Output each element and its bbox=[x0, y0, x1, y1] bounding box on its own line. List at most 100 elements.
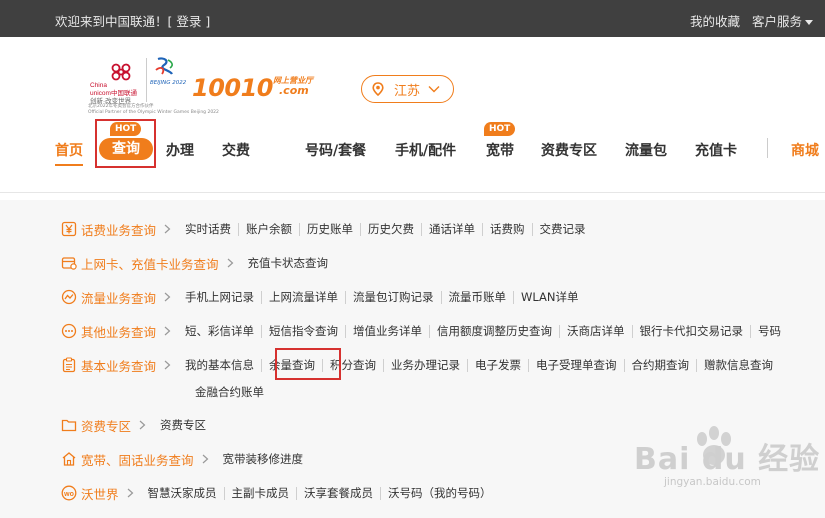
clipboard-icon bbox=[62, 357, 76, 373]
category-tariff-zone[interactable]: 资费专区 bbox=[81, 416, 131, 435]
chevron-right-icon bbox=[164, 292, 171, 302]
link-credit-adjust-history[interactable]: 信用额度调整历史查询 bbox=[429, 324, 559, 338]
nav-phone-accessories[interactable]: 手机/配件 bbox=[395, 140, 456, 160]
category-basic-query[interactable]: 基本业务查询 bbox=[81, 356, 156, 375]
chevron-right-icon bbox=[164, 326, 171, 336]
link-bank-deduction-records[interactable]: 银行卡代扣交易记录 bbox=[631, 324, 751, 338]
link-wlan-details[interactable]: WLAN详单 bbox=[513, 290, 586, 304]
nav-traffic-package[interactable]: 流量包 bbox=[625, 140, 667, 160]
link-wo-number[interactable]: 沃号码（我的号码） bbox=[380, 486, 499, 500]
category-bill-query[interactable]: 话费业务查询 bbox=[81, 220, 156, 239]
link-history-bill[interactable]: 历史账单 bbox=[299, 222, 360, 236]
link-payment-records[interactable]: 交费记录 bbox=[531, 222, 593, 236]
link-tariff-zone[interactable]: 资费专区 bbox=[155, 418, 213, 432]
welcome-area: 欢迎来到中国联通！[ 登录 ] bbox=[55, 11, 210, 30]
link-realtime-bill[interactable]: 实时话费 bbox=[180, 222, 238, 236]
link-contract-period-query[interactable]: 合约期查询 bbox=[623, 358, 697, 372]
link-history-arrears[interactable]: 历史欠费 bbox=[360, 222, 421, 236]
link-list: 短、彩信详单 短信指令查询 增值业务详单 信用额度调整历史查询 沃商店详单 银行… bbox=[180, 324, 788, 338]
link-wo-package-members[interactable]: 沃享套餐成员 bbox=[296, 486, 380, 500]
nav-query[interactable]: 查询 bbox=[99, 138, 153, 160]
highlight-box bbox=[275, 348, 341, 380]
link-list: 智慧沃家成员 主副卡成员 沃享套餐成员 沃号码（我的号码） bbox=[143, 486, 499, 500]
login-link[interactable]: [ 登录 ] bbox=[168, 14, 211, 29]
category-card-query[interactable]: 上网卡、充值卡业务查询 bbox=[81, 254, 219, 273]
partner-text: 北京2022年冬奥会官方合作伙伴 Official Partner of the… bbox=[88, 104, 219, 116]
province-selector[interactable]: 江苏 bbox=[361, 75, 454, 103]
link-sms-mms-details[interactable]: 短、彩信详单 bbox=[180, 324, 261, 338]
folder-icon bbox=[61, 419, 77, 432]
yen-icon bbox=[61, 221, 77, 237]
welcome-text: 欢迎来到中国联通！ bbox=[55, 14, 168, 29]
chevron-right-icon bbox=[127, 488, 133, 498]
link-main-sub-card-members[interactable]: 主副卡成员 bbox=[223, 486, 297, 500]
link-business-records[interactable]: 业务办理记录 bbox=[383, 358, 467, 372]
chevron-right-icon bbox=[164, 224, 171, 234]
province-value: 江苏 bbox=[394, 83, 421, 99]
unicom-cn-text: unicom中国联通 bbox=[90, 90, 137, 97]
partner-en-text: Official Partner of the Olympic Winter G… bbox=[88, 110, 219, 115]
unicom-en-text: China bbox=[90, 82, 107, 89]
nav-home[interactable]: 首页 bbox=[55, 140, 83, 160]
nav-mall[interactable]: 商城 bbox=[791, 140, 819, 160]
nav-number-package[interactable]: 号码/套餐 bbox=[305, 140, 366, 160]
category-traffic-query[interactable]: 流量业务查询 bbox=[81, 288, 156, 307]
link-list: 实时话费 账户余额 历史账单 历史欠费 通话详单 话费购 交费记录 bbox=[180, 222, 593, 236]
link-wo-store-details[interactable]: 沃商店详单 bbox=[559, 324, 632, 338]
hot-badge: HOT bbox=[484, 122, 516, 136]
top-right-links: 我的收藏 客户服务 bbox=[690, 11, 813, 30]
link-basic-info[interactable]: 我的基本信息 bbox=[180, 358, 261, 372]
nav-divider bbox=[767, 138, 768, 158]
nav-handle[interactable]: 办理 bbox=[166, 140, 194, 160]
link-bill-purchase[interactable]: 话费购 bbox=[482, 222, 532, 236]
menu-row-bill: 话费业务查询 实时话费 账户余额 历史账单 历史欠费 通话详单 话费购 交费记录 bbox=[61, 219, 593, 239]
nav-divider-line bbox=[0, 192, 825, 193]
nav-recharge-card[interactable]: 充值卡 bbox=[695, 140, 737, 160]
svg-text:wo: wo bbox=[63, 491, 74, 498]
unicom-text: China unicom中国联通 创新·改变世界 bbox=[90, 82, 137, 106]
link-smart-home-members[interactable]: 智慧沃家成员 bbox=[143, 486, 224, 500]
link-gift-money-query[interactable]: 赠款信息查询 bbox=[696, 358, 780, 372]
menu-row-traffic: 流量业务查询 手机上网记录 上网流量详单 流量包订购记录 流量币账单 WLAN详… bbox=[61, 287, 586, 307]
category-other-query[interactable]: 其他业务查询 bbox=[81, 322, 156, 341]
chevron-right-icon bbox=[139, 420, 146, 430]
link-list: 我的基本信息 余量查询 积分查询 业务办理记录 电子发票 电子受理单查询 合约期… bbox=[180, 358, 780, 372]
card-icon bbox=[61, 257, 77, 270]
category-wo-world[interactable]: 沃世界 bbox=[81, 484, 119, 503]
chevron-down-icon bbox=[428, 86, 440, 93]
nav-broadband[interactable]: 宽带 bbox=[486, 140, 514, 160]
link-broadband-progress[interactable]: 宽带装移修进度 bbox=[218, 452, 311, 466]
top-bar: 欢迎来到中国联通！[ 登录 ] 我的收藏 客户服务 bbox=[0, 0, 825, 37]
link-traffic-details[interactable]: 上网流量详单 bbox=[261, 290, 345, 304]
link-call-details[interactable]: 通话详单 bbox=[421, 222, 482, 236]
brand-number: 10010 bbox=[192, 74, 274, 102]
link-traffic-package-records[interactable]: 流量包订购记录 bbox=[345, 290, 441, 304]
dots-icon bbox=[61, 323, 77, 339]
category-broadband-query[interactable]: 宽带、固话业务查询 bbox=[81, 450, 194, 469]
menu-row-basic: 基本业务查询 我的基本信息 余量查询 积分查询 业务办理记录 电子发票 电子受理… bbox=[61, 355, 780, 375]
link-e-invoice[interactable]: 电子发票 bbox=[467, 358, 528, 372]
wo-icon: wo bbox=[61, 485, 77, 501]
link-mobile-internet-records[interactable]: 手机上网记录 bbox=[180, 290, 261, 304]
link-list: 充值卡状态查询 bbox=[243, 256, 336, 270]
beijing-2022-logo: BEIJING 2022 bbox=[150, 56, 187, 102]
menu-row-tariff: 资费专区 资费专区 bbox=[61, 415, 213, 435]
link-number-truncated[interactable]: 号码 bbox=[750, 324, 788, 338]
link-account-balance[interactable]: 账户余额 bbox=[238, 222, 299, 236]
link-finance-contract-bill[interactable]: 金融合约账单 bbox=[195, 384, 264, 400]
main-nav: 首页 HOT 查询 办理 交费 号码/套餐 手机/配件 HOT 宽带 资费专区 … bbox=[0, 119, 825, 170]
menu-row-broadband: 宽带、固话业务查询 宽带装移修进度 bbox=[61, 449, 310, 469]
link-traffic-coin-bill[interactable]: 流量币账单 bbox=[440, 290, 514, 304]
favorites-link[interactable]: 我的收藏 bbox=[690, 11, 740, 30]
nav-tariff-zone[interactable]: 资费专区 bbox=[541, 140, 597, 160]
menu-row-wo-world: wo 沃世界 智慧沃家成员 主副卡成员 沃享套餐成员 沃号码（我的号码） bbox=[61, 483, 499, 503]
brand-subtitle: 网上营业厅 .com bbox=[273, 76, 313, 96]
link-sms-command-query[interactable]: 短信指令查询 bbox=[261, 324, 345, 338]
customer-service-menu[interactable]: 客户服务 bbox=[752, 11, 813, 30]
link-e-receipt-query[interactable]: 电子受理单查询 bbox=[528, 358, 624, 372]
customer-service-label: 客户服务 bbox=[751, 14, 802, 29]
nav-pay[interactable]: 交费 bbox=[222, 140, 250, 160]
link-recharge-card-status[interactable]: 充值卡状态查询 bbox=[243, 256, 336, 270]
link-vas-details[interactable]: 增值业务详单 bbox=[345, 324, 429, 338]
beijing-2022-label: BEIJING 2022 bbox=[150, 80, 187, 86]
